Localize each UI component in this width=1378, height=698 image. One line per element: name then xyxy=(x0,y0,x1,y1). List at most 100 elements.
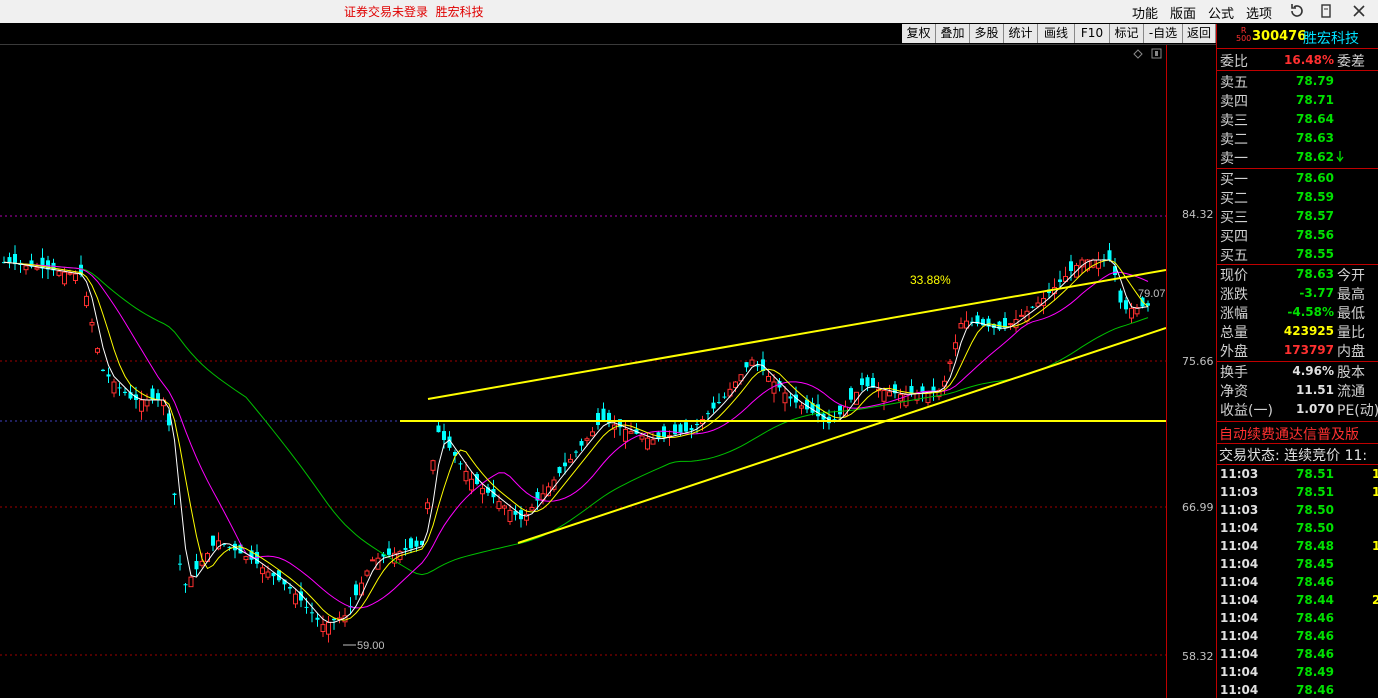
close-icon[interactable] xyxy=(1349,1,1369,21)
candle-body[interactable] xyxy=(931,386,936,392)
candle-body[interactable] xyxy=(480,487,485,495)
overlay-button[interactable]: 叠加 xyxy=(936,24,970,43)
candle-body[interactable] xyxy=(458,463,463,465)
candle-body[interactable] xyxy=(953,342,958,350)
ad-banner[interactable]: 自动续费通达信普及版 xyxy=(1219,424,1378,444)
candle-body[interactable] xyxy=(749,359,755,366)
candle-body[interactable] xyxy=(442,431,446,440)
candle-body[interactable] xyxy=(211,535,215,546)
candle-body[interactable] xyxy=(568,458,573,463)
candle-body[interactable] xyxy=(144,399,150,407)
candle-body[interactable] xyxy=(502,505,507,509)
menu-function[interactable]: 功能 xyxy=(1132,3,1158,22)
candle-body[interactable] xyxy=(364,570,370,576)
candle-body[interactable] xyxy=(1058,279,1062,282)
candle-body[interactable] xyxy=(73,273,78,281)
candle-body[interactable] xyxy=(13,253,17,265)
candle-body[interactable] xyxy=(838,405,842,415)
candle-body[interactable] xyxy=(695,424,699,426)
back-button[interactable]: 返回 xyxy=(1183,24,1216,43)
candle-body[interactable] xyxy=(639,435,645,440)
menu-formula[interactable]: 公式 xyxy=(1208,3,1234,22)
candle-body[interactable] xyxy=(188,576,194,588)
candle-body[interactable] xyxy=(557,466,562,474)
candle-body[interactable] xyxy=(106,374,111,377)
candle-body[interactable] xyxy=(744,362,749,368)
candle-body[interactable] xyxy=(574,451,578,453)
candle-body[interactable] xyxy=(1096,259,1101,269)
candlestick-chart[interactable]: 33.88% 59.00 79.07 xyxy=(0,45,1166,698)
candle-body[interactable] xyxy=(469,478,474,491)
candle-body[interactable] xyxy=(529,507,535,511)
menu-layout[interactable]: 版面 xyxy=(1170,3,1196,22)
candle-body[interactable] xyxy=(496,501,502,510)
clipboard-icon[interactable] xyxy=(1316,1,1336,21)
candle-body[interactable] xyxy=(403,547,408,550)
candle-body[interactable] xyxy=(689,428,694,431)
candle-body[interactable] xyxy=(387,548,391,555)
candle-body[interactable] xyxy=(178,563,182,565)
candle-body[interactable] xyxy=(947,361,953,364)
candle-body[interactable] xyxy=(563,462,567,467)
candle-body[interactable] xyxy=(1019,314,1024,317)
candle-body[interactable] xyxy=(766,376,771,382)
candle-body[interactable] xyxy=(156,393,160,400)
candle-body[interactable] xyxy=(354,584,358,596)
watchlist-button[interactable]: -自选 xyxy=(1144,24,1183,43)
candle-body[interactable] xyxy=(227,546,232,548)
candle-body[interactable] xyxy=(288,587,292,589)
statistics-button[interactable]: 统计 xyxy=(1004,24,1038,43)
candle-body[interactable] xyxy=(23,265,29,271)
candle-body[interactable] xyxy=(370,559,375,562)
trendline-lower[interactable] xyxy=(517,327,1166,544)
restore-rights-button[interactable]: 复权 xyxy=(902,24,936,43)
candle-body[interactable] xyxy=(425,502,430,510)
candle-body[interactable] xyxy=(62,271,67,285)
candle-body[interactable] xyxy=(865,377,870,387)
candle-body[interactable] xyxy=(304,606,309,608)
candle-body[interactable] xyxy=(183,584,188,586)
candle-body[interactable] xyxy=(601,408,606,421)
candle-body[interactable] xyxy=(596,413,600,425)
candle-body[interactable] xyxy=(293,593,298,605)
menu-options[interactable]: 选项 xyxy=(1246,3,1272,22)
candle-body[interactable] xyxy=(1107,250,1112,260)
candle-body[interactable] xyxy=(320,624,326,632)
candle-body[interactable] xyxy=(1124,300,1128,310)
candle-body[interactable] xyxy=(326,621,331,635)
candle-body[interactable] xyxy=(216,540,221,550)
candle-body[interactable] xyxy=(430,460,436,471)
candle-body[interactable] xyxy=(579,441,584,446)
candle-body[interactable] xyxy=(111,381,117,394)
candle-body[interactable] xyxy=(678,424,683,433)
candle-body[interactable] xyxy=(1129,307,1134,319)
candle-body[interactable] xyxy=(628,431,634,434)
candle-body[interactable] xyxy=(706,413,710,415)
candle-body[interactable] xyxy=(310,612,314,614)
candle-body[interactable] xyxy=(463,470,469,482)
diamond-icon[interactable] xyxy=(1133,49,1143,59)
mark-button[interactable]: 标记 xyxy=(1110,24,1144,43)
candle-body[interactable] xyxy=(1069,261,1073,271)
f10-button[interactable]: F10 xyxy=(1075,24,1110,43)
candle-body[interactable] xyxy=(881,390,887,402)
candle-body[interactable] xyxy=(1030,306,1035,308)
candle-body[interactable] xyxy=(67,272,73,275)
candle-body[interactable] xyxy=(684,422,688,432)
candle-body[interactable] xyxy=(34,267,40,270)
candle-body[interactable] xyxy=(84,295,89,307)
candle-body[interactable] xyxy=(887,391,892,397)
candle-body[interactable] xyxy=(717,402,721,404)
candle-body[interactable] xyxy=(414,540,419,547)
candle-body[interactable] xyxy=(95,348,100,353)
candle-body[interactable] xyxy=(139,399,144,412)
candle-body[interactable] xyxy=(782,392,788,404)
candle-body[interactable] xyxy=(584,438,590,441)
candle-body[interactable] xyxy=(507,509,513,522)
candle-body[interactable] xyxy=(590,431,595,437)
candle-body[interactable] xyxy=(860,378,864,385)
candle-body[interactable] xyxy=(788,396,793,399)
candle-body[interactable] xyxy=(265,571,271,578)
candle-body[interactable] xyxy=(623,428,628,442)
candle-body[interactable] xyxy=(409,538,413,549)
